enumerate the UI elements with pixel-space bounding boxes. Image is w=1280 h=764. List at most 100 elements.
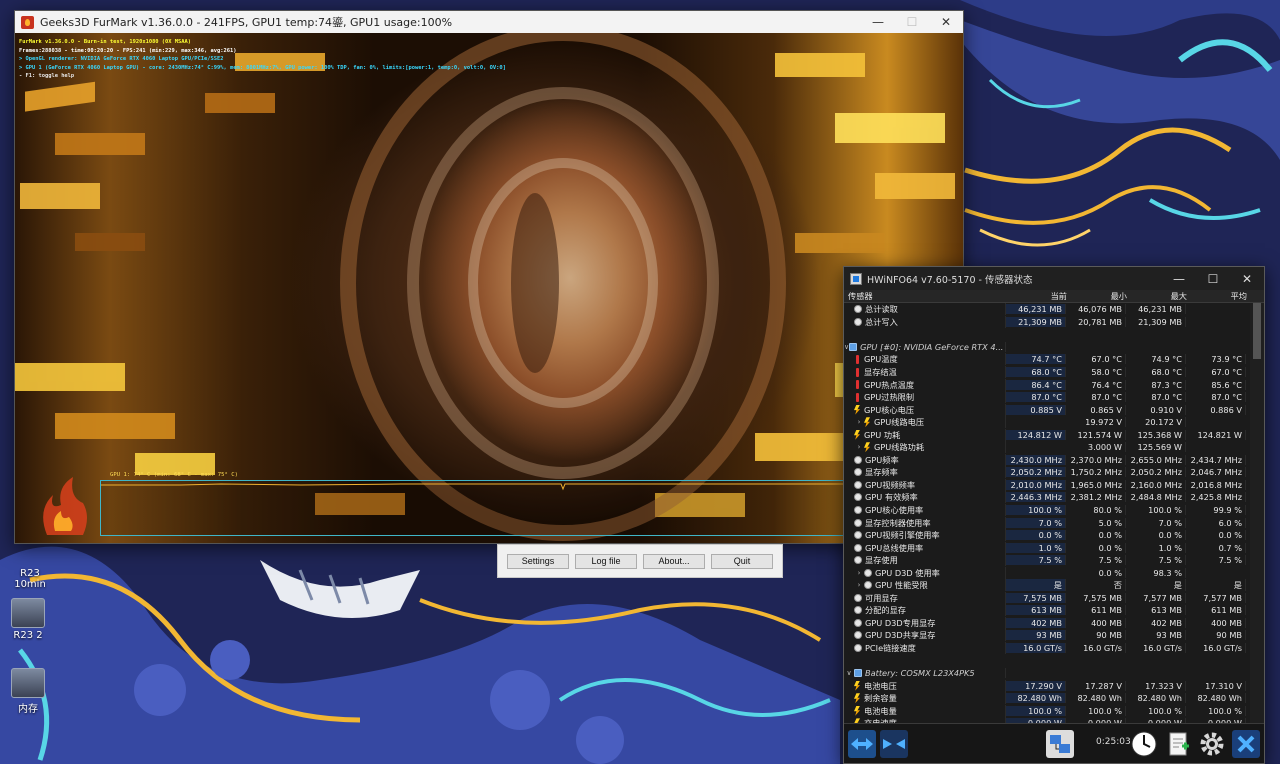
gpu-temp-graph-line	[101, 483, 844, 491]
sensor-row[interactable]: GPU视频引擎使用率 0.0 % 0.0 % 0.0 % 0.0 %	[844, 529, 1250, 542]
sensor-value-min: 17.287 V	[1066, 680, 1126, 691]
sensor-value-min: 611 MB	[1066, 605, 1126, 616]
quit-button[interactable]: Quit	[711, 553, 773, 569]
sensor-value-avg: 400 MB	[1186, 617, 1246, 628]
sensor-row[interactable]: GPU热点温度 86.4 °C 76.4 °C 87.3 °C 85.6 °C	[844, 378, 1250, 391]
expand-chevron-icon[interactable]: ›	[854, 418, 864, 426]
sensor-row[interactable]: GPU 有效频率 2,446.3 MHz 2,381.2 MHz 2,484.8 MH…	[844, 491, 1250, 504]
sensor-row[interactable]	[844, 654, 1250, 667]
settings-gear-icon[interactable]	[1198, 730, 1226, 758]
lightning-bolt-icon	[854, 429, 860, 440]
sensor-table-scrollbar[interactable]	[1250, 303, 1264, 723]
navigate-collapse-icon[interactable]	[880, 730, 908, 758]
sensor-row[interactable]: 分配的显存 613 MB 611 MB 613 MB 611 MB	[844, 604, 1250, 617]
sensor-row[interactable]: GPU温度 74.7 °C 67.0 °C 74.9 °C 73.9 °C	[844, 353, 1250, 366]
expand-chevron-icon[interactable]: ›	[854, 569, 864, 577]
sensor-clock-icon	[854, 644, 862, 653]
sensor-value-max: 是	[1126, 579, 1186, 592]
sensor-row[interactable]: › GPU线路功耗 3.000 W 125.569 W	[844, 441, 1250, 454]
sensor-name-cell: GPU视频频率	[844, 478, 1006, 491]
sensor-row[interactable]: 显存结温 68.0 °C 58.0 °C 68.0 °C 67.0 °C	[844, 366, 1250, 379]
sensor-row[interactable]: 可用显存 7,575 MB 7,575 MB 7,577 MB 7,577 MB	[844, 591, 1250, 605]
close-icon[interactable]: ✕	[1230, 268, 1264, 290]
desktop-icon-memory[interactable]: 内存	[4, 668, 52, 715]
sensor-row[interactable]: GPU D3D专用显存 402 MB 400 MB 402 MB 400 MB	[844, 616, 1250, 630]
column-header-min[interactable]: 最小	[1070, 290, 1130, 302]
sensor-row[interactable]: 显存频率 2,050.2 MHz 1,750.2 MHz 2,050.2 MHz 2,0…	[844, 466, 1250, 479]
sensor-group-row[interactable]: ∨ GPU [#0]: NVIDIA GeForce RTX 4...	[844, 341, 1250, 354]
sensor-group-row[interactable]: ∨ Battery: COSMX L23X4PK5	[844, 667, 1250, 680]
sensor-row[interactable]: 显存控制器使用率 7.0 % 5.0 % 7.0 % 6.0 %	[844, 516, 1250, 529]
furmark-window[interactable]: Geeks3D FurMark v1.36.0.0 - 241FPS, GPU1…	[14, 10, 964, 544]
sensor-name-cell: GPU过热限制	[844, 391, 1006, 404]
sensor-row[interactable]: GPU过热限制 87.0 °C 87.0 °C 87.0 °C 87.0 °C	[844, 391, 1250, 404]
about-button[interactable]: About...	[643, 553, 705, 569]
hwinfo-titlebar[interactable]: HWiNFO64 v7.60-5170 - 传感器状态 — ☐ ✕	[844, 267, 1264, 290]
expand-chevron-icon[interactable]: ›	[854, 443, 864, 451]
sensor-row[interactable]: GPU频率 2,430.0 MHz 2,370.0 MHz 2,655.0 MHz 2,…	[844, 453, 1250, 467]
furmark-control-panel: Settings Log file About... Quit	[497, 544, 783, 578]
sensor-value-avg: 73.9 °C	[1186, 354, 1246, 365]
desktop-icon-r23-2[interactable]: R23 2	[4, 598, 52, 641]
sensor-row[interactable]: 总计读取 46,231 MB 46,076 MB 46,231 MB	[844, 303, 1250, 316]
close-icon[interactable]: ✕	[929, 11, 963, 33]
sensor-row[interactable]: 电池电压 17.290 V 17.287 V 17.323 V 17.310 V	[844, 679, 1250, 692]
sensor-value-cur: 74.7 °C	[1006, 354, 1066, 365]
expand-chevron-icon[interactable]: ›	[854, 581, 864, 589]
column-header-avg[interactable]: 平均	[1190, 290, 1250, 302]
minimize-icon[interactable]: —	[861, 11, 895, 33]
sensor-row[interactable]: GPU视频频率 2,010.0 MHz 1,965.0 MHz 2,160.0 MHz…	[844, 478, 1250, 492]
sensor-value-min: 2,381.2 MHz	[1066, 492, 1126, 503]
sensor-label: GPU 有效频率	[865, 492, 918, 503]
furmark-osd-text: FurMark v1.36.0.0 - Burn-in test, 1920x1…	[19, 38, 506, 81]
sensor-row[interactable]: › GPU 性能受限是否是是	[844, 579, 1250, 592]
sensor-value-cur: 0.885 V	[1006, 404, 1066, 415]
sensor-row[interactable]: 电池电量 100.0 % 100.0 % 100.0 % 100.0 %	[844, 704, 1250, 718]
sensor-value-avg: 6.0 %	[1186, 517, 1246, 528]
sensor-row[interactable]: GPU核心使用率 100.0 % 80.0 % 100.0 % 99.9 %	[844, 504, 1250, 517]
sensor-row[interactable]: › GPU D3D 使用率 0.0 % 98.3 %	[844, 566, 1250, 579]
osd-line: FurMark v1.36.0.0 - Burn-in test, 1920x1…	[19, 39, 192, 45]
sensor-row[interactable]: 剩余容量 82.480 Wh 82.480 Wh 82.480 Wh 82.480 Wh	[844, 692, 1250, 705]
scrollbar-thumb[interactable]	[1253, 303, 1261, 359]
maximize-icon[interactable]: ☐	[1196, 268, 1230, 290]
sensor-value-min: 67.0 °C	[1066, 354, 1126, 365]
collapse-chevron-icon[interactable]: ∨	[844, 669, 854, 677]
column-header-current[interactable]: 当前	[1010, 290, 1070, 302]
lightning-bolt-icon	[864, 417, 870, 428]
sensor-value-max: 7.0 %	[1126, 517, 1186, 528]
clock-icon[interactable]	[1130, 730, 1158, 758]
furmark-logo	[27, 465, 99, 543]
network-icon[interactable]	[1046, 730, 1074, 758]
close-icon[interactable]	[1232, 730, 1260, 758]
sensor-row[interactable]: 总计写入 21,309 MB 20,781 MB 21,309 MB	[844, 315, 1250, 329]
log-file-button[interactable]: Log file	[575, 553, 637, 569]
desktop-icon-r23-10min[interactable]: R23 10min	[6, 536, 54, 590]
sensor-label: 显存使用	[865, 555, 898, 566]
sensor-row[interactable]: PCIe链接速度 16.0 GT/s 16.0 GT/s 16.0 GT/s 16.0 …	[844, 642, 1250, 655]
sensor-row[interactable]: 显存使用 7.5 % 7.5 % 7.5 % 7.5 %	[844, 554, 1250, 567]
hwinfo-sensor-window[interactable]: HWiNFO64 v7.60-5170 - 传感器状态 — ☐ ✕ 传感器 当前…	[843, 266, 1265, 764]
minimize-icon[interactable]: —	[1162, 268, 1196, 290]
log-report-icon[interactable]	[1164, 730, 1192, 758]
sensor-name-cell: › GPU线路电压	[844, 416, 1006, 429]
sensor-name-cell: 显存控制器使用率	[844, 516, 1006, 529]
column-header-max[interactable]: 最大	[1130, 290, 1190, 302]
sensor-clock-icon	[854, 317, 862, 326]
sensor-row[interactable]: GPU核心电压 0.885 V 0.865 V 0.910 V 0.886 V	[844, 403, 1250, 416]
sensor-row[interactable]: GPU总线使用率 1.0 % 0.0 % 1.0 % 0.7 %	[844, 541, 1250, 554]
sensor-row[interactable]: GPU D3D共享显存 93 MB 90 MB 93 MB 90 MB	[844, 629, 1250, 642]
sensor-value-avg: 0.7 %	[1186, 542, 1246, 553]
furmark-titlebar[interactable]: Geeks3D FurMark v1.36.0.0 - 241FPS, GPU1…	[15, 11, 963, 33]
sensor-clock-icon	[854, 455, 862, 464]
sensor-row[interactable]: › GPU线路电压 19.972 V 20.172 V	[844, 416, 1250, 429]
sensor-value-max: 87.0 °C	[1126, 392, 1186, 403]
sensor-value-cur: 613 MB	[1006, 605, 1066, 616]
sensor-row[interactable]	[844, 328, 1250, 341]
sensor-value-cur: 21,309 MB	[1006, 316, 1066, 327]
column-header-sensor[interactable]: 传感器	[848, 290, 1010, 302]
sensor-row[interactable]: GPU 功耗 124.812 W 121.574 W 125.368 W 124.821…	[844, 428, 1250, 441]
settings-button[interactable]: Settings	[507, 553, 569, 569]
sensor-label: GPU核心电压	[864, 404, 915, 415]
navigate-left-right-icon[interactable]	[848, 730, 876, 758]
